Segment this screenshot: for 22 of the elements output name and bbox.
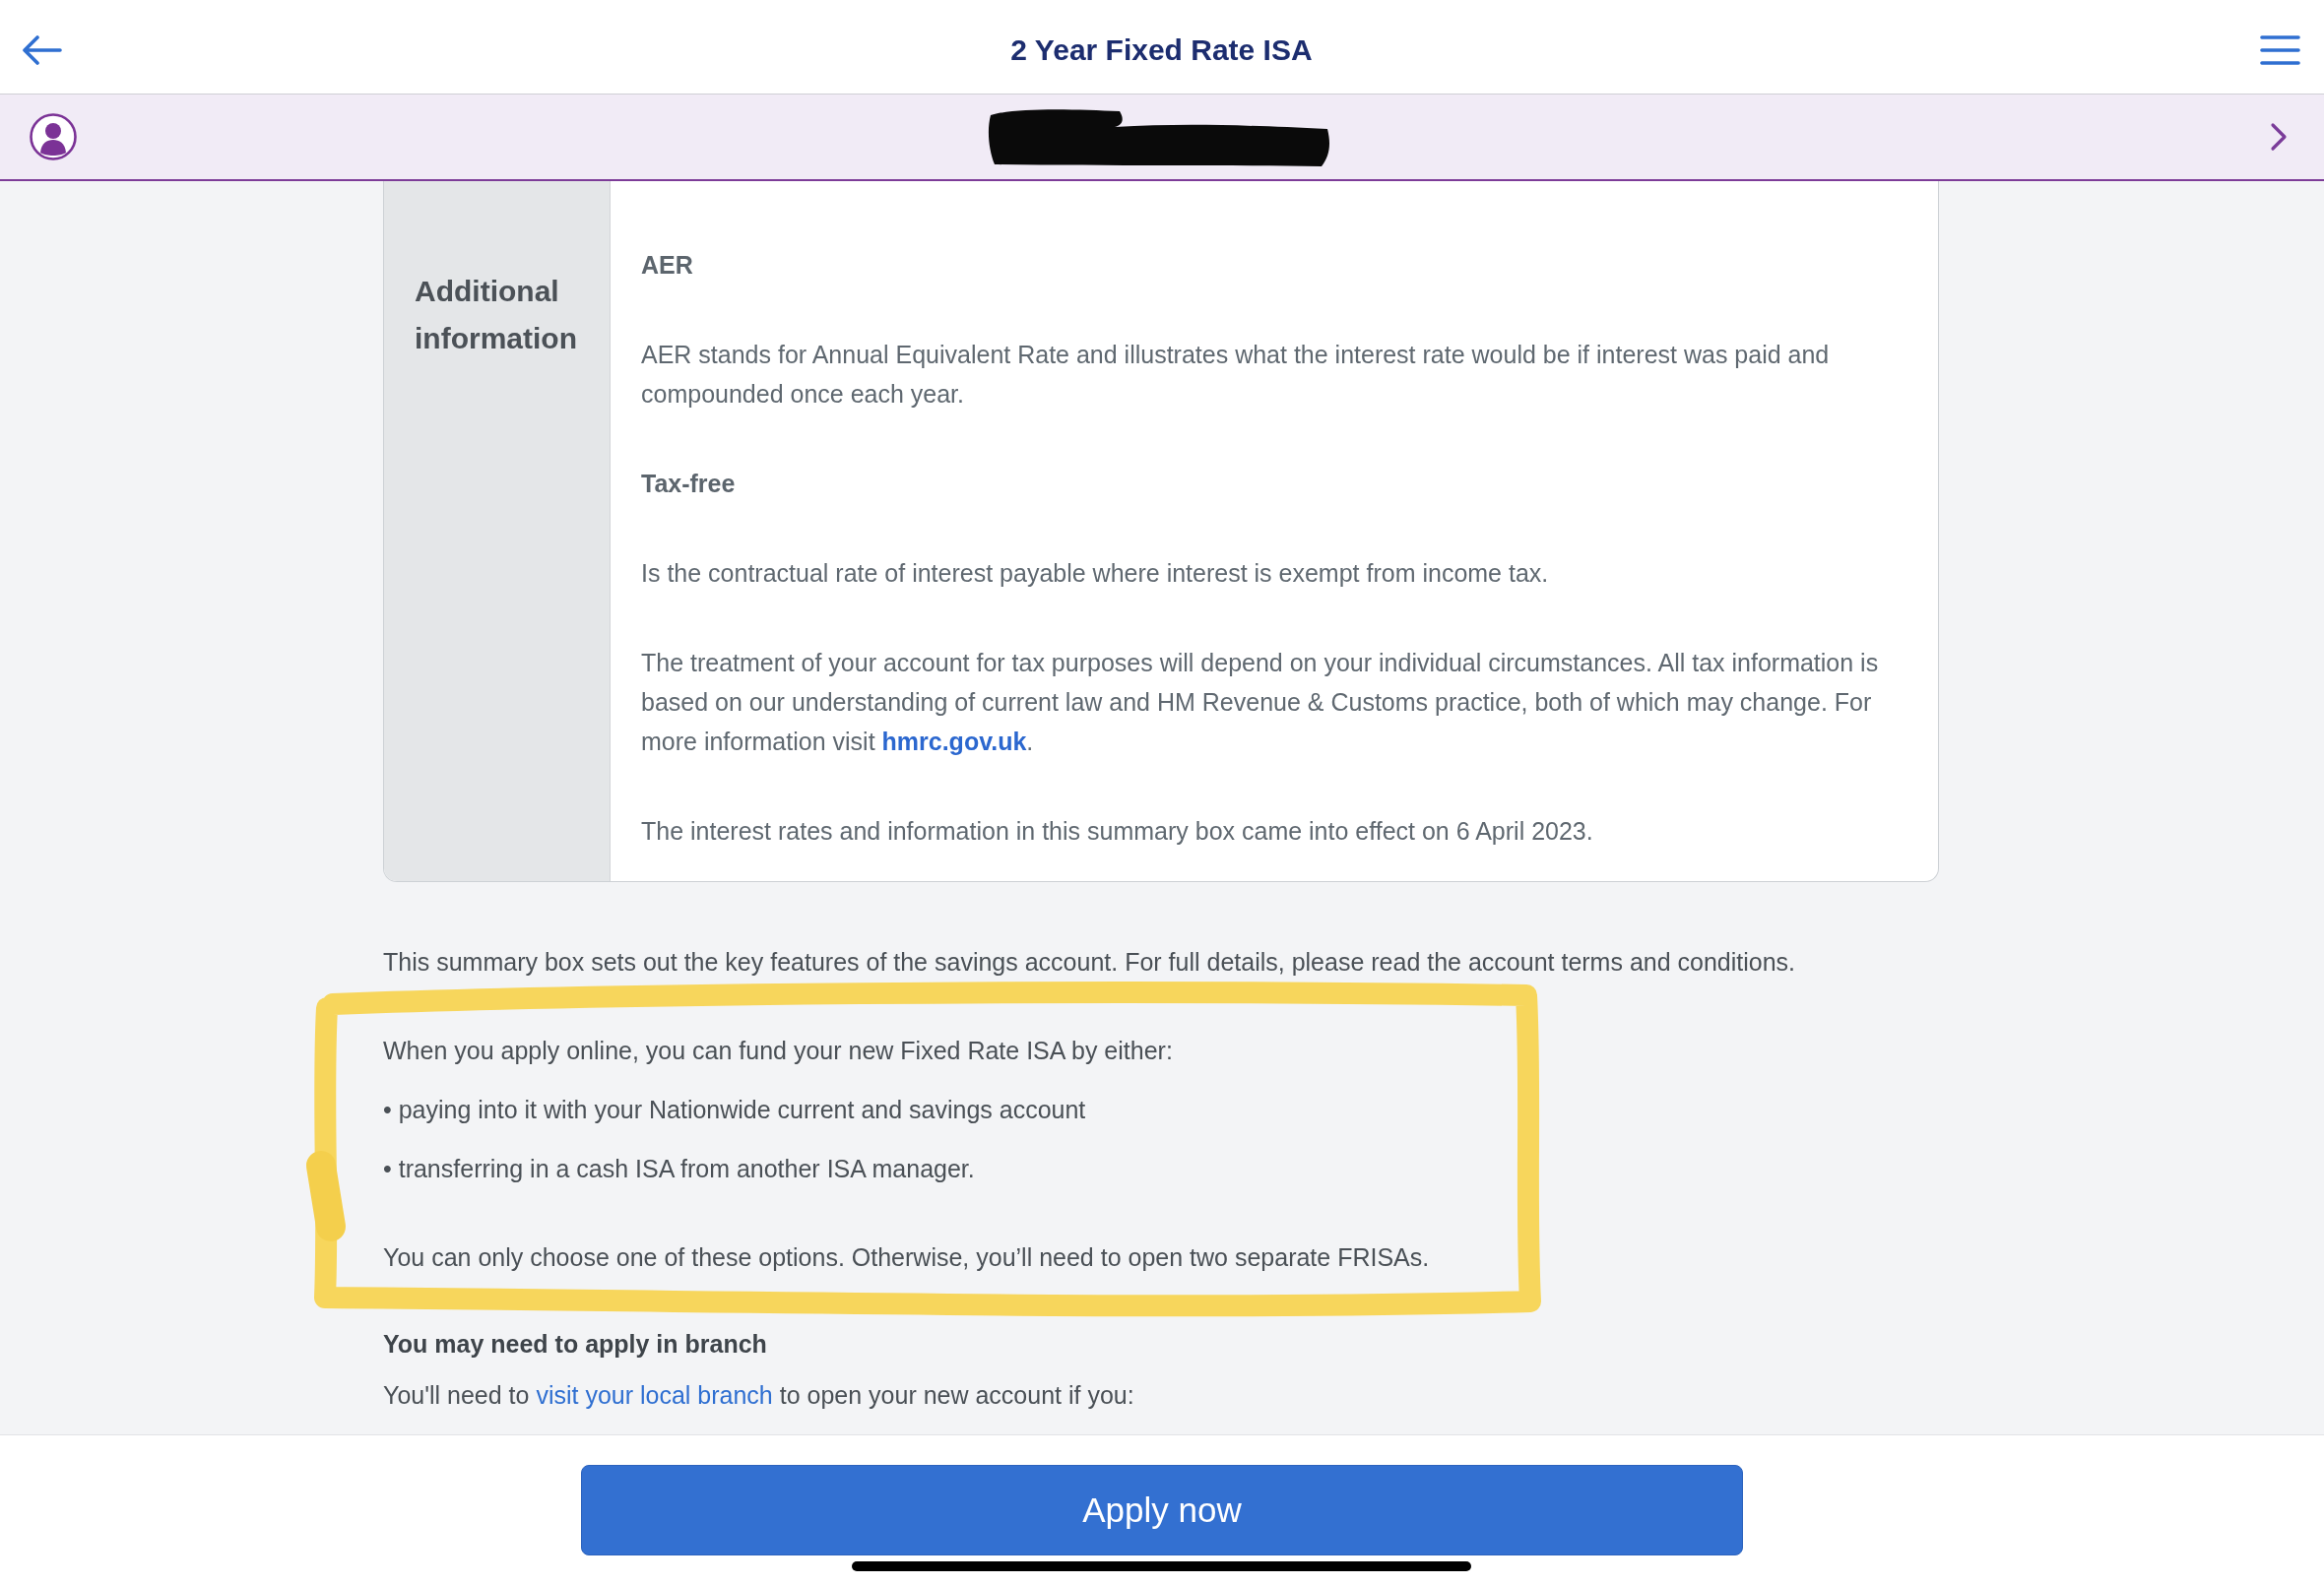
bullet-item: • transferring in a cash ISA from another ISA manager. bbox=[383, 1154, 976, 1184]
branch-link[interactable]: visit your local branch bbox=[536, 1381, 773, 1409]
back-arrow-icon[interactable] bbox=[23, 34, 62, 65]
section-heading: You may need to apply in branch bbox=[383, 1329, 768, 1360]
paragraph-text: The interest rates and information in this summary box came into effect on 6 April 2023. bbox=[641, 816, 1594, 847]
term-heading: Tax-free bbox=[641, 469, 737, 499]
page-title: 2 Year Fixed Rate ISA bbox=[1010, 32, 1313, 68]
paragraph-text: Is the contractual rate of interest payable where interest is exempt from income tax. bbox=[641, 558, 1550, 589]
summary-note: This summary box sets out the key features of the savings account. For full details, please read the account terms and conditions. bbox=[383, 947, 1797, 978]
menu-icon[interactable] bbox=[2260, 34, 2300, 65]
branch-text: You'll need to visit your local branch to open your new account if you: bbox=[383, 1380, 1135, 1411]
chevron-right-icon[interactable] bbox=[2269, 122, 2289, 152]
term-heading: AER bbox=[641, 250, 694, 281]
funding-note: You can only choose one of these options. Otherwise, you’ll need to open two separate FRISAs. bbox=[383, 1242, 1431, 1273]
paragraph-text: The treatment of your account for tax purposes will depend on your individual circumstances. All tax information is based on our understanding of current law and HM Revenue & Customs practice, both of which may change. For more information visit hmrc.gov.uk. bbox=[641, 648, 1880, 757]
paragraph-text: AER stands for Annual Equivalent Rate and illustrates what the interest rate would be if interest was paid and compounded once each year. bbox=[641, 340, 1831, 410]
row-label: Additional information bbox=[415, 274, 578, 356]
bullet-item: • paying into it with your Nationwide current and savings account bbox=[383, 1095, 1087, 1125]
profile-icon bbox=[30, 113, 77, 160]
apply-button[interactable]: Apply now bbox=[581, 1465, 1743, 1555]
hmrc-link[interactable]: hmrc.gov.uk bbox=[881, 728, 1027, 755]
funding-intro: When you apply online, you can fund your new Fixed Rate ISA by either: bbox=[383, 1036, 1174, 1066]
